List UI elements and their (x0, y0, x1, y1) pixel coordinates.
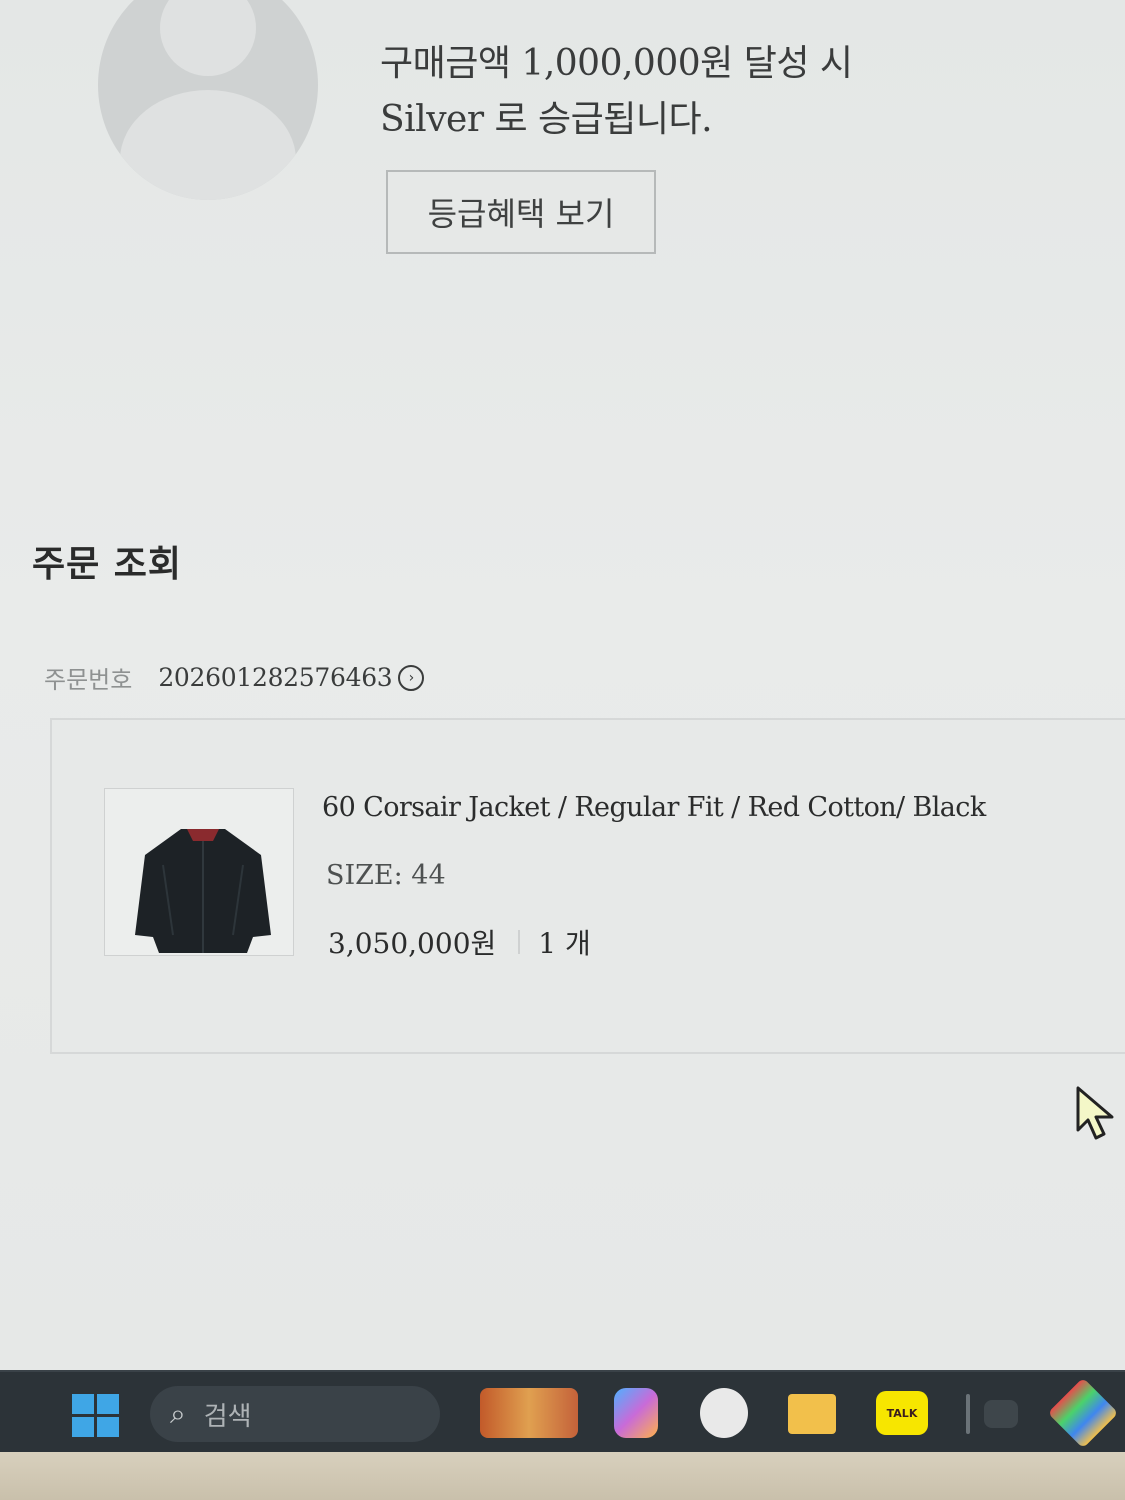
product-price-row: 3,050,000원 1 개 (328, 922, 591, 962)
browser-page: 구매금액 1,000,000원 달성 시 Silver 로 승급됩니다. 등급혜… (0, 0, 1125, 1370)
kakaotalk-icon[interactable]: TALK (876, 1391, 928, 1435)
mouse-cursor-icon (1076, 1086, 1114, 1140)
windows-start-icon[interactable] (72, 1394, 120, 1438)
app-grid-icon[interactable] (1047, 1377, 1119, 1449)
product-price: 3,050,000원 (328, 927, 497, 960)
windows-taskbar: ⌕ 검색 TALK (0, 1370, 1125, 1454)
search-icon: ⌕ (170, 1397, 186, 1430)
file-explorer-icon[interactable] (788, 1394, 836, 1434)
membership-message: 구매금액 1,000,000원 달성 시 Silver 로 승급됩니다. (380, 36, 853, 148)
order-number-link[interactable]: 202601282576463 (158, 663, 392, 692)
jacket-image-icon (135, 829, 271, 953)
price-divider (518, 930, 521, 954)
kakaotalk-label: TALK (886, 1406, 918, 1420)
order-number-row: 주문번호 202601282576463 › (44, 660, 425, 695)
product-size: SIZE: 44 (326, 860, 446, 891)
taskbar-widget-icon[interactable] (480, 1388, 578, 1438)
product-name[interactable]: 60 Corsair Jacket / Regular Fit / Red Co… (322, 792, 986, 823)
product-thumbnail[interactable] (104, 788, 294, 956)
profile-avatar (98, 0, 318, 200)
order-item-card: 60 Corsair Jacket / Regular Fit / Red Co… (50, 718, 1125, 1054)
taskbar-divider-icon (966, 1394, 970, 1434)
network-status-icon[interactable] (984, 1400, 1018, 1428)
membership-message-line1: 구매금액 1,000,000원 달성 시 (380, 43, 853, 84)
monitor-bezel (0, 1452, 1125, 1500)
membership-message-line2: Silver 로 승급됩니다. (380, 99, 713, 140)
product-quantity: 1 개 (538, 927, 591, 960)
taskbar-search[interactable]: ⌕ 검색 (150, 1386, 440, 1442)
taskbar-search-placeholder: 검색 (203, 1401, 252, 1432)
order-lookup-title: 주문 조회 (32, 544, 183, 585)
copilot-icon[interactable] (614, 1388, 658, 1438)
order-number-label: 주문번호 (44, 666, 133, 694)
grade-benefits-button[interactable]: 등급혜택 보기 (386, 170, 656, 254)
media-player-icon[interactable] (700, 1388, 748, 1438)
chevron-right-circle-icon[interactable]: › (398, 664, 425, 691)
